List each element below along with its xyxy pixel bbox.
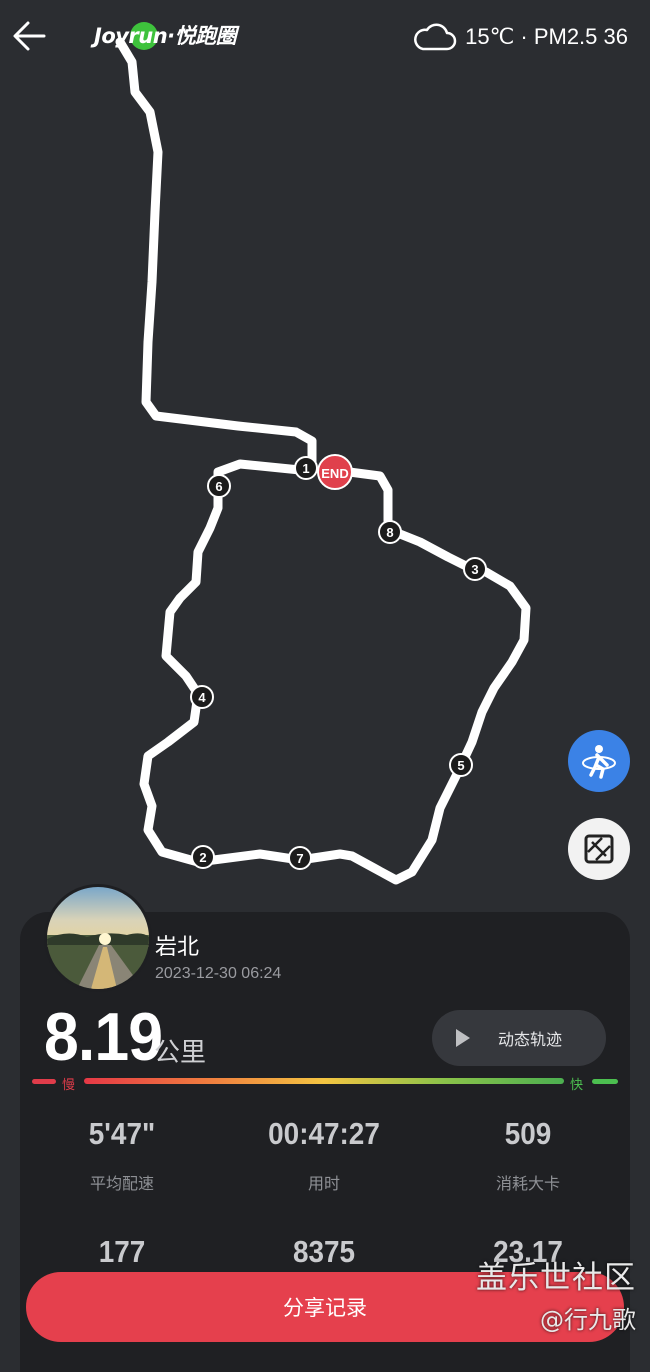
replay-track-label: 动态轨迹 <box>498 1030 563 1049</box>
distance-unit: 公里 <box>154 1038 207 1068</box>
location-name: 岩北 <box>155 935 200 960</box>
stat-value: 00:47:27 <box>268 1116 380 1151</box>
stat-value: 8375 <box>292 1234 356 1269</box>
stat-value: 5'47" <box>88 1116 156 1151</box>
back-button[interactable] <box>10 18 50 54</box>
stat-avg-pace: 5'47" 平均配速 <box>22 1116 222 1194</box>
pace-slow-label: 慢 <box>62 1078 76 1093</box>
map-layer-icon <box>584 834 614 864</box>
route-marker-5: 5 <box>449 753 473 777</box>
distance-value: 8.19 <box>44 999 163 1075</box>
svg-text:7: 7 <box>296 851 303 866</box>
stat-label: 消耗大卡 <box>495 1174 560 1193</box>
cloud-icon <box>414 23 457 51</box>
stat-row2-col2: 8375 <box>224 1234 424 1270</box>
stat-duration: 00:47:27 用时 <box>224 1116 424 1194</box>
run-mode-button[interactable] <box>568 730 630 792</box>
runner-icon <box>582 745 616 779</box>
route-map[interactable]: 1 2 3 4 5 6 7 8 END <box>0 0 650 920</box>
svg-text:6: 6 <box>215 479 222 494</box>
sunrise-photo <box>47 887 149 989</box>
watermark-title: 盖乐世社区 <box>476 1260 636 1296</box>
record-datetime: 2023-12-30 06:24 <box>155 965 282 982</box>
pace-slow-segment <box>32 1079 56 1084</box>
pace-gradient-bar: 慢 快 <box>32 1076 618 1102</box>
route-marker-2: 2 <box>191 845 215 869</box>
replay-track-button[interactable]: 动态轨迹 <box>432 1010 606 1066</box>
pace-gradient <box>84 1078 564 1084</box>
end-marker: END <box>317 454 353 490</box>
route-marker-4: 4 <box>190 685 214 709</box>
play-icon <box>456 1029 470 1047</box>
svg-text:1: 1 <box>302 461 309 476</box>
avatar[interactable] <box>44 884 152 992</box>
stat-label: 用时 <box>307 1174 340 1193</box>
route-marker-6: 6 <box>207 474 231 498</box>
svg-text:8: 8 <box>386 525 393 540</box>
top-bar: Joyrun·悦跑圈 15℃ · PM2.5 36 <box>0 0 650 72</box>
stat-label: 平均配速 <box>89 1174 154 1193</box>
route-marker-3: 3 <box>463 557 487 581</box>
svg-text:END: END <box>321 466 348 481</box>
weather-info: 15℃ · PM2.5 36 <box>411 21 628 53</box>
arrow-left-icon <box>13 21 46 51</box>
pace-fast-label: 快 <box>570 1078 584 1093</box>
stat-value: 509 <box>504 1116 552 1151</box>
route-marker-1: 1 <box>294 456 318 480</box>
svg-text:5: 5 <box>457 758 464 773</box>
watermark-author: @行九歌 <box>540 1306 636 1334</box>
weather-text: 15℃ · PM2.5 36 <box>465 24 628 49</box>
app-logo: Joyrun·悦跑圈 <box>94 24 237 48</box>
pace-fast-segment <box>592 1079 618 1084</box>
route-marker-7: 7 <box>288 846 312 870</box>
svg-text:2: 2 <box>199 850 206 865</box>
svg-text:3: 3 <box>471 562 478 577</box>
route-marker-8: 8 <box>378 520 402 544</box>
stat-calories: 509 消耗大卡 <box>428 1116 628 1194</box>
stat-row2-col1: 177 <box>22 1234 222 1270</box>
map-layer-button[interactable] <box>568 818 630 880</box>
svg-text:4: 4 <box>198 690 206 705</box>
stat-value: 177 <box>98 1234 146 1269</box>
